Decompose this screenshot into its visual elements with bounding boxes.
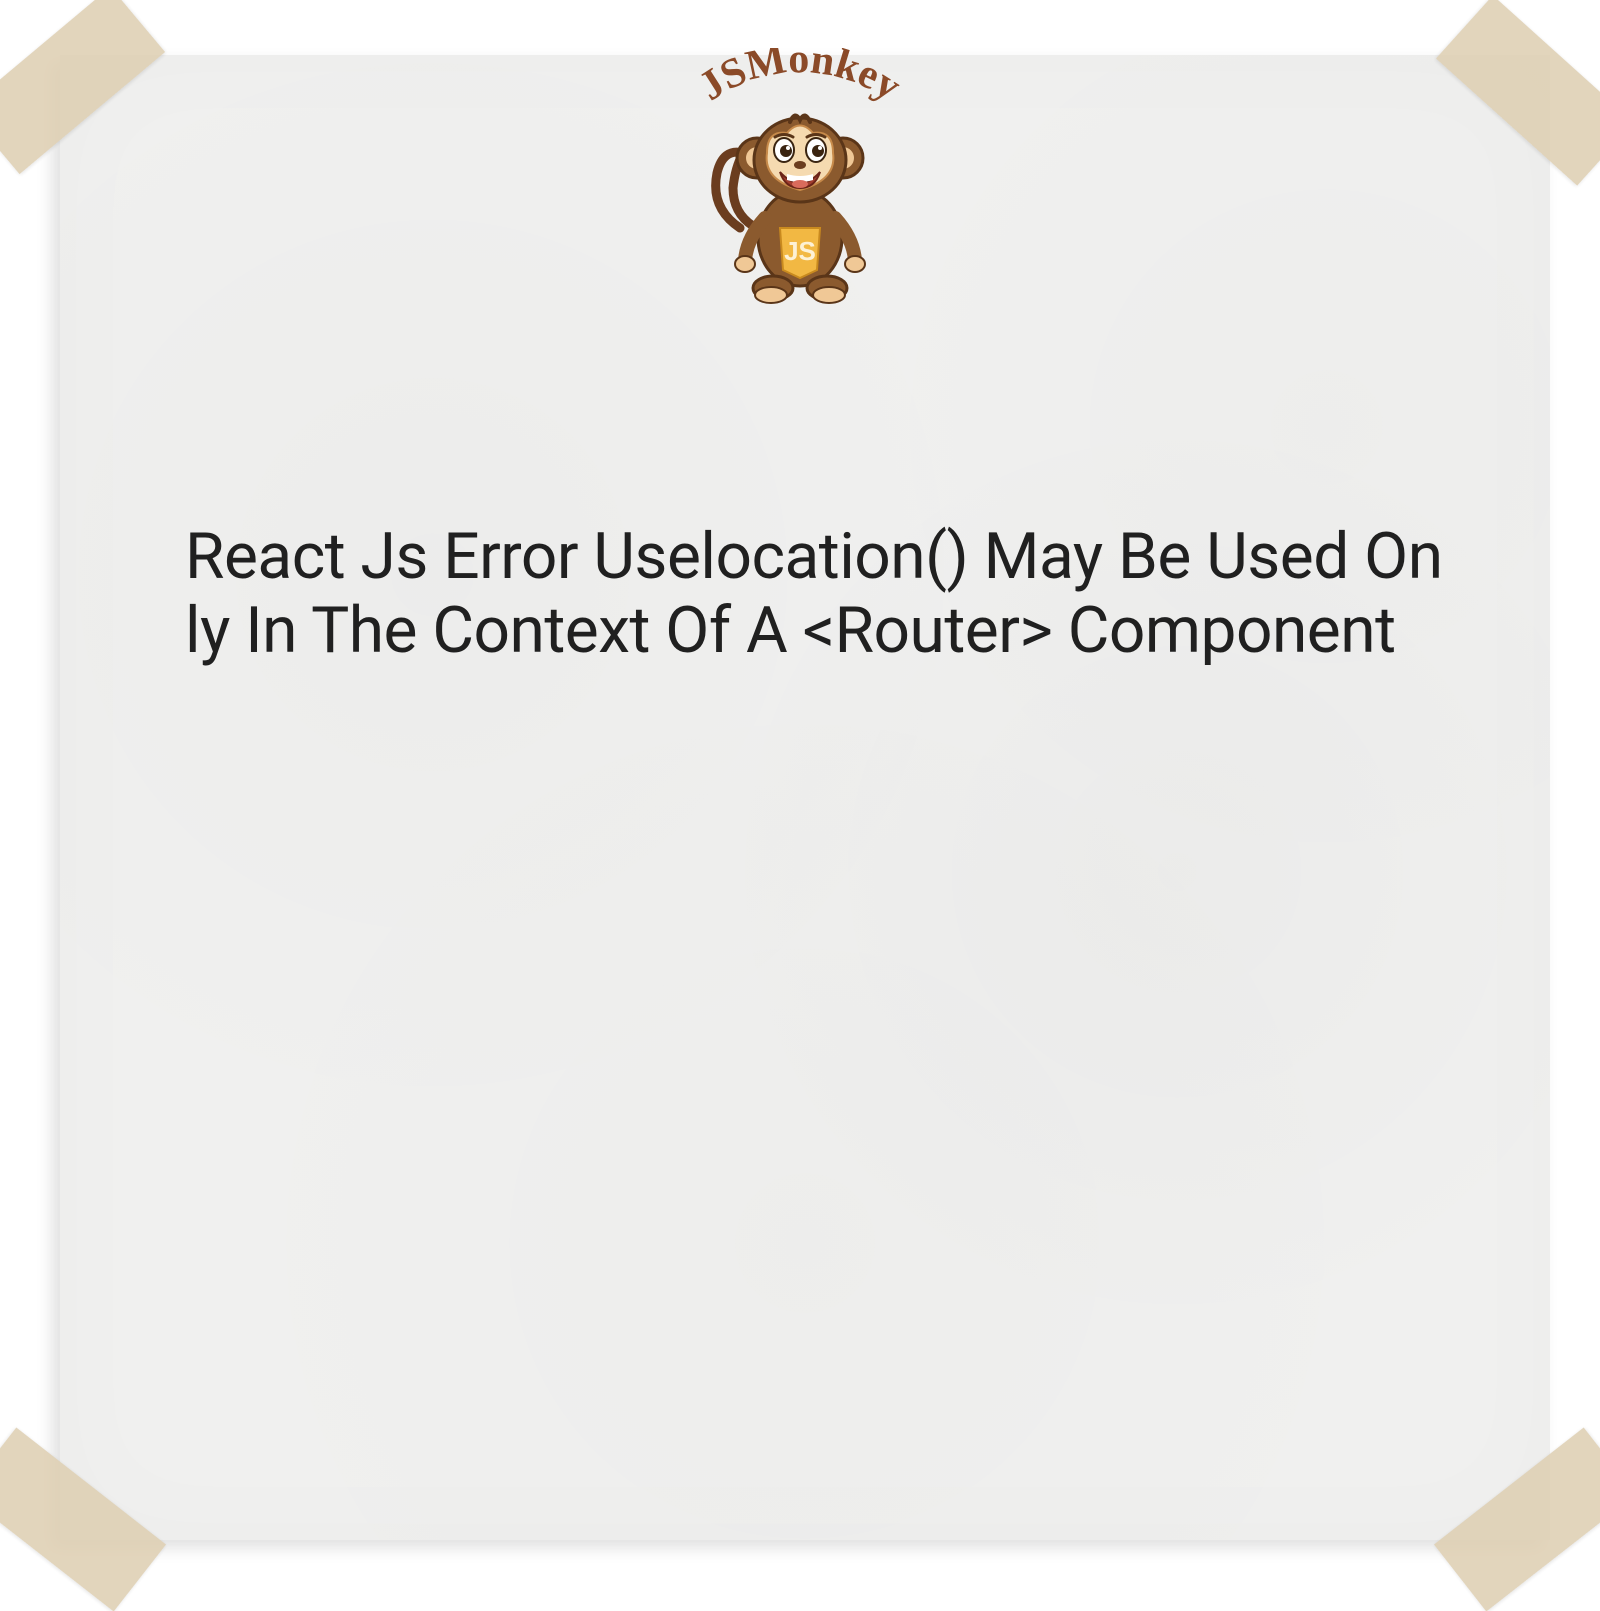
svg-text:JSMonkey: JSMonkey bbox=[691, 48, 909, 110]
logo-brand-text: JSMonkey bbox=[660, 48, 940, 128]
svg-text:JS: JS bbox=[784, 236, 816, 266]
logo: JSMonkey JS bbox=[660, 48, 940, 308]
article-title: React Js Error Uselocation() May Be Used… bbox=[185, 520, 1455, 667]
